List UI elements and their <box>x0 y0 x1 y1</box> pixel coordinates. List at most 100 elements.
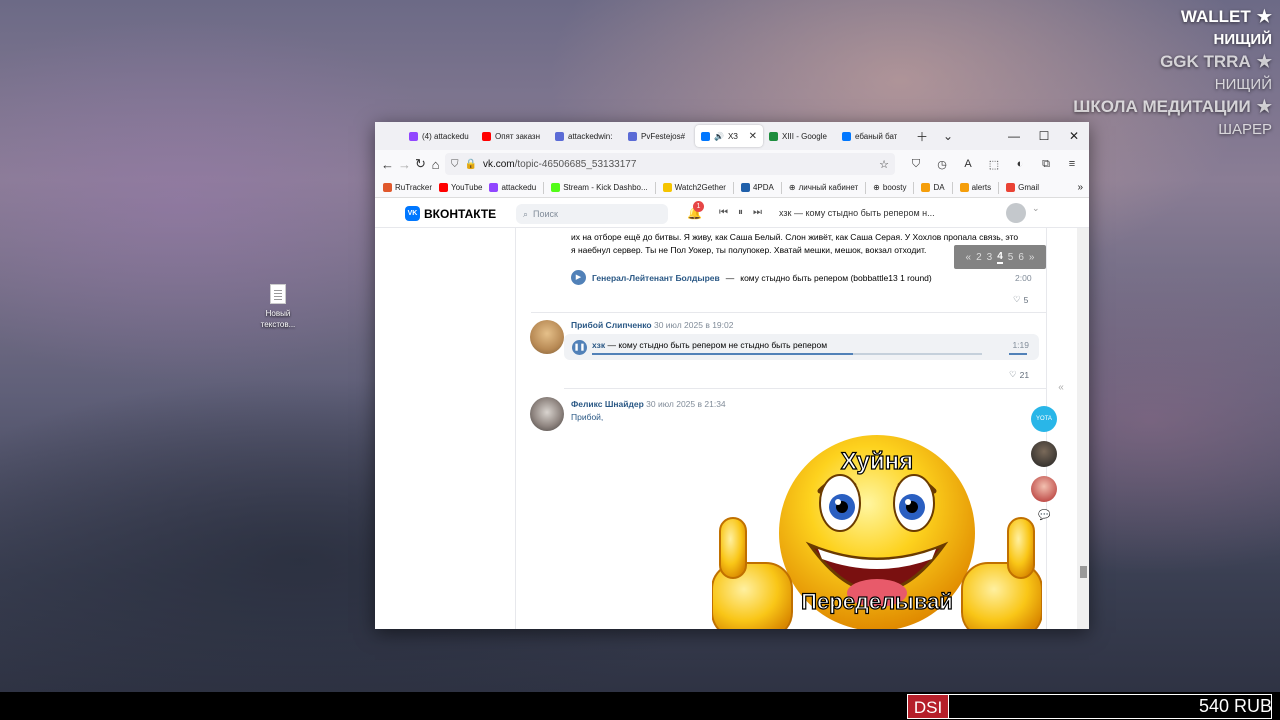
bookmark-item[interactable]: ⊕ личный кабинет <box>789 183 858 192</box>
bookmark-item[interactable]: ⊕ boosty <box>873 183 906 192</box>
youtube-icon <box>482 131 491 141</box>
pager-page[interactable]: 6 <box>1018 252 1024 263</box>
chat-avatar[interactable] <box>1031 476 1057 502</box>
overlay-value: НИЩИЙ <box>1214 76 1272 93</box>
tab-5[interactable]: XIII - Google <box>763 125 836 147</box>
pager-current[interactable]: 4 <box>997 251 1003 262</box>
bookmark-separator <box>543 181 545 194</box>
bookmark-item[interactable]: DA <box>921 183 945 192</box>
meme-image[interactable]: Хуйня Переделывай <box>712 433 1042 629</box>
translate-icon[interactable]: A <box>957 158 979 171</box>
twitch-icon <box>489 183 499 192</box>
shield-icon[interactable]: ⛉ <box>451 159 459 170</box>
speaker-icon[interactable]: 🔊 <box>714 132 724 141</box>
balance-amount: 540 RUB <box>1198 696 1272 716</box>
gmail-icon <box>1006 183 1016 192</box>
page-scrollbar[interactable] <box>1077 228 1089 629</box>
history-icon[interactable]: ◷ <box>931 158 953 171</box>
next-track-icon[interactable]: ⏭ <box>753 207 762 218</box>
watch2gether-icon <box>662 183 672 192</box>
pause-icon[interactable]: ❚❚ <box>572 340 587 355</box>
overlay-value: НИЩИЙ <box>1213 31 1272 48</box>
user-avatar[interactable] <box>1006 203 1040 223</box>
tab-2[interactable]: attackedwin: <box>549 125 622 147</box>
bookmark-item[interactable]: Stream - Kick Dashbo... <box>551 183 648 192</box>
overlay-row-school: ШКОЛА МЕДИТАЦИИ ★ <box>1073 97 1272 116</box>
divider <box>564 388 1046 389</box>
back-button[interactable]: ← <box>381 157 394 172</box>
avatar[interactable] <box>530 320 564 354</box>
bookmark-item[interactable]: YouTube <box>439 183 482 192</box>
home-button[interactable]: ⌂ <box>430 157 441 172</box>
post-audio[interactable]: ▶ Генерал-Лейтенант Болдырев — кому стыд… <box>571 270 932 285</box>
nav-bar: ← → ↻ ⌂ ⛉ 🔒 vk.com/topic-46506685_531331… <box>375 150 1089 178</box>
reply-mention[interactable]: Прибой, <box>571 412 603 422</box>
tab-0[interactable]: (4) attackedu <box>403 125 476 147</box>
comment-audio-player[interactable]: ❚❚ хзк — кому стыдно быть репером не сты… <box>564 334 1039 360</box>
overlay-value: ШАРЕР <box>1218 121 1272 138</box>
lock-icon[interactable]: 🔒 <box>465 159 477 170</box>
pocket-icon[interactable]: ⛉ <box>905 158 927 171</box>
toolbar-icons: ⛉ ◷ A ⬚ ◐ ⧉ ≡ <box>905 158 1083 171</box>
kick-icon <box>551 183 561 192</box>
pause-icon[interactable]: ⏸ <box>738 207 743 218</box>
audio-duration: 2:00 <box>1015 273 1032 283</box>
previous-track-icon[interactable]: ⏮ <box>719 207 728 218</box>
tab-3[interactable]: PvFestejos# <box>622 125 695 147</box>
bookmark-separator <box>865 181 867 194</box>
bookmark-item[interactable]: Gmail <box>1006 183 1039 192</box>
pager-page[interactable]: 2 <box>976 252 982 263</box>
bookmark-item[interactable]: RuTracker <box>383 183 432 192</box>
yota-chat-avatar[interactable]: YOTA <box>1031 406 1057 432</box>
pager-prev[interactable]: « <box>966 252 972 263</box>
pager-next[interactable]: » <box>1029 252 1035 263</box>
rutracker-icon <box>383 183 392 192</box>
bookmark-item[interactable]: attackedu <box>489 183 536 192</box>
avatar[interactable] <box>530 397 564 431</box>
pager-page[interactable]: 5 <box>1008 252 1014 263</box>
menu-icon[interactable]: ≡ <box>1061 158 1083 171</box>
vk-logo[interactable]: VK ВКОНТАКТЕ <box>405 206 496 221</box>
twitch-icon <box>409 131 418 141</box>
play-icon <box>701 131 710 141</box>
volume-bar[interactable] <box>1009 353 1027 355</box>
pager-page[interactable]: 3 <box>987 252 993 263</box>
like-button[interactable]: ♡ 21 <box>1009 369 1029 380</box>
audio-progress-bar[interactable] <box>592 353 982 355</box>
bookmark-separator <box>780 181 782 194</box>
chat-bubble-icon[interactable]: 💬 <box>1038 510 1050 521</box>
close-tab-icon[interactable]: ✕ <box>749 131 757 142</box>
heart-icon: ♡ <box>1009 369 1017 379</box>
tab-list-chevron-icon[interactable]: ⌄ <box>935 129 961 143</box>
bookmarks-overflow-icon[interactable]: » <box>1077 182 1089 193</box>
tab-active[interactable]: 🔊 ХЗ ✕ <box>695 125 763 147</box>
like-button[interactable]: ♡ 5 <box>1013 294 1028 305</box>
minimize-button[interactable]: — <box>999 122 1029 150</box>
puzzle-icon[interactable]: ⧉ <box>1035 158 1057 171</box>
audio-duration: 1:19 <box>1012 340 1029 350</box>
addon-icon[interactable]: ◐ <box>1009 158 1031 171</box>
vk-search-input[interactable]: ⌕ Поиск <box>516 204 668 224</box>
address-bar[interactable]: ⛉ 🔒 vk.com/topic-46506685_53133177 ☆ <box>445 153 895 175</box>
chat-avatar[interactable] <box>1031 441 1057 467</box>
collapse-rail-icon[interactable]: « <box>1047 382 1075 393</box>
tab-1[interactable]: Опят заказн <box>476 125 549 147</box>
notification-badge: 1 <box>693 201 704 212</box>
extensions-icon[interactable]: ⬚ <box>983 158 1005 171</box>
topic-main: их на отборе ещё до битвы. Я живу, как С… <box>515 228 1047 629</box>
bookmark-item[interactable]: 4PDA <box>740 183 774 192</box>
desktop-file-icon[interactable]: Новый текстов... <box>258 284 298 330</box>
da-icon <box>921 183 931 192</box>
maximize-button[interactable]: ☐ <box>1029 122 1059 150</box>
scrollbar-thumb[interactable] <box>1080 566 1087 578</box>
bookmark-star-icon[interactable]: ☆ <box>879 158 889 171</box>
reload-button[interactable]: ↻ <box>415 156 426 172</box>
bookmark-item[interactable]: alerts <box>959 183 991 192</box>
tab-6[interactable]: ебаный бат <box>836 125 909 147</box>
play-icon[interactable]: ▶ <box>571 270 586 285</box>
forward-button[interactable]: → <box>398 157 411 172</box>
now-playing-title[interactable]: хзк — кому стыдно быть репером н... <box>779 208 935 218</box>
new-tab-button[interactable]: ＋ <box>909 128 935 145</box>
close-window-button[interactable]: ✕ <box>1059 122 1089 150</box>
bookmark-item[interactable]: Watch2Gether <box>662 183 726 192</box>
